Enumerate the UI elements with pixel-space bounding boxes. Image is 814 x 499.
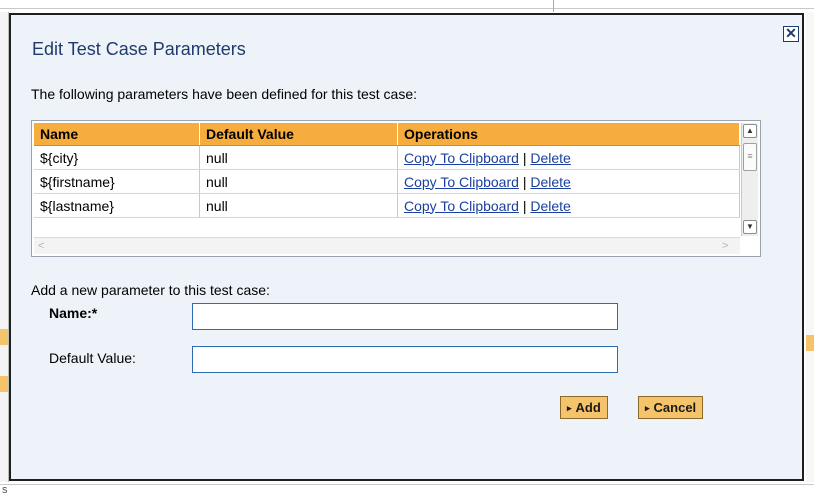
column-header-operations: Operations (397, 123, 740, 146)
table-row: ${firstname} null Copy To Clipboard | De… (34, 169, 740, 194)
scroll-left-icon[interactable]: < (38, 240, 44, 252)
cancel-button-label: Cancel (653, 400, 697, 415)
background-orange-band (806, 335, 814, 351)
default-value-input[interactable] (192, 346, 618, 373)
vertical-scroll-thumb[interactable]: ≡ (743, 143, 757, 171)
operations-cell: Copy To Clipboard | Delete (397, 169, 740, 194)
name-input[interactable] (192, 303, 618, 330)
column-header-name[interactable]: Name (34, 123, 200, 146)
edit-parameters-dialog: Edit Test Case Parameters ✕ The followin… (9, 13, 804, 481)
operations-cell: Copy To Clipboard | Delete (397, 145, 740, 170)
vertical-scrollbar[interactable]: ▲ ≡ ▼ (741, 123, 758, 236)
param-default: null (199, 193, 398, 218)
param-name: ${lastname} (34, 193, 200, 218)
separator: | (522, 197, 527, 214)
scroll-down-icon[interactable]: ▼ (743, 220, 757, 234)
cancel-button[interactable]: ▸ Cancel (638, 396, 704, 419)
param-name: ${city} (34, 145, 200, 170)
separator: | (522, 173, 527, 190)
background-left-strip (0, 12, 9, 482)
operations-cell: Copy To Clipboard | Delete (397, 193, 740, 218)
background-orange-band (0, 376, 8, 392)
background-divider (553, 0, 554, 12)
add-parameter-heading: Add a new parameter to this test case: (31, 282, 270, 298)
param-default: null (199, 169, 398, 194)
table-row: ${city} null Copy To Clipboard | Delete (34, 145, 740, 170)
separator: | (522, 149, 527, 166)
intro-text: The following parameters have been defin… (31, 86, 417, 102)
triangle-icon: ▸ (567, 403, 572, 413)
add-button[interactable]: ▸ Add (560, 396, 608, 419)
scroll-up-icon[interactable]: ▲ (743, 124, 757, 138)
add-button-label: Add (575, 400, 601, 415)
column-header-default-value[interactable]: Default Value (199, 123, 398, 146)
close-icon[interactable]: ✕ (783, 26, 799, 42)
background-orange-band (0, 329, 8, 345)
delete-link[interactable]: Delete (530, 150, 570, 166)
triangle-icon: ▸ (645, 403, 650, 413)
name-label: Name:* (49, 305, 98, 321)
background-text-fragment: s (2, 484, 8, 496)
param-name: ${firstname} (34, 169, 200, 194)
parameters-table: Name Default Value Operations ${city} nu… (31, 120, 761, 257)
copy-to-clipboard-link[interactable]: Copy To Clipboard (404, 150, 519, 166)
copy-to-clipboard-link[interactable]: Copy To Clipboard (404, 198, 519, 214)
table-row: ${lastname} null Copy To Clipboard | Del… (34, 193, 740, 218)
copy-to-clipboard-link[interactable]: Copy To Clipboard (404, 174, 519, 190)
horizontal-scrollbar[interactable]: < > (34, 237, 740, 254)
background-page-top (0, 0, 814, 9)
delete-link[interactable]: Delete (530, 174, 570, 190)
delete-link[interactable]: Delete (530, 198, 570, 214)
scroll-right-icon[interactable]: > (722, 240, 728, 252)
table-header-row: Name Default Value Operations (34, 123, 740, 146)
param-default: null (199, 145, 398, 170)
background-right-strip (806, 12, 814, 482)
default-value-label: Default Value: (49, 350, 136, 366)
dialog-title: Edit Test Case Parameters (32, 39, 246, 59)
background-page-bottom (0, 484, 814, 499)
